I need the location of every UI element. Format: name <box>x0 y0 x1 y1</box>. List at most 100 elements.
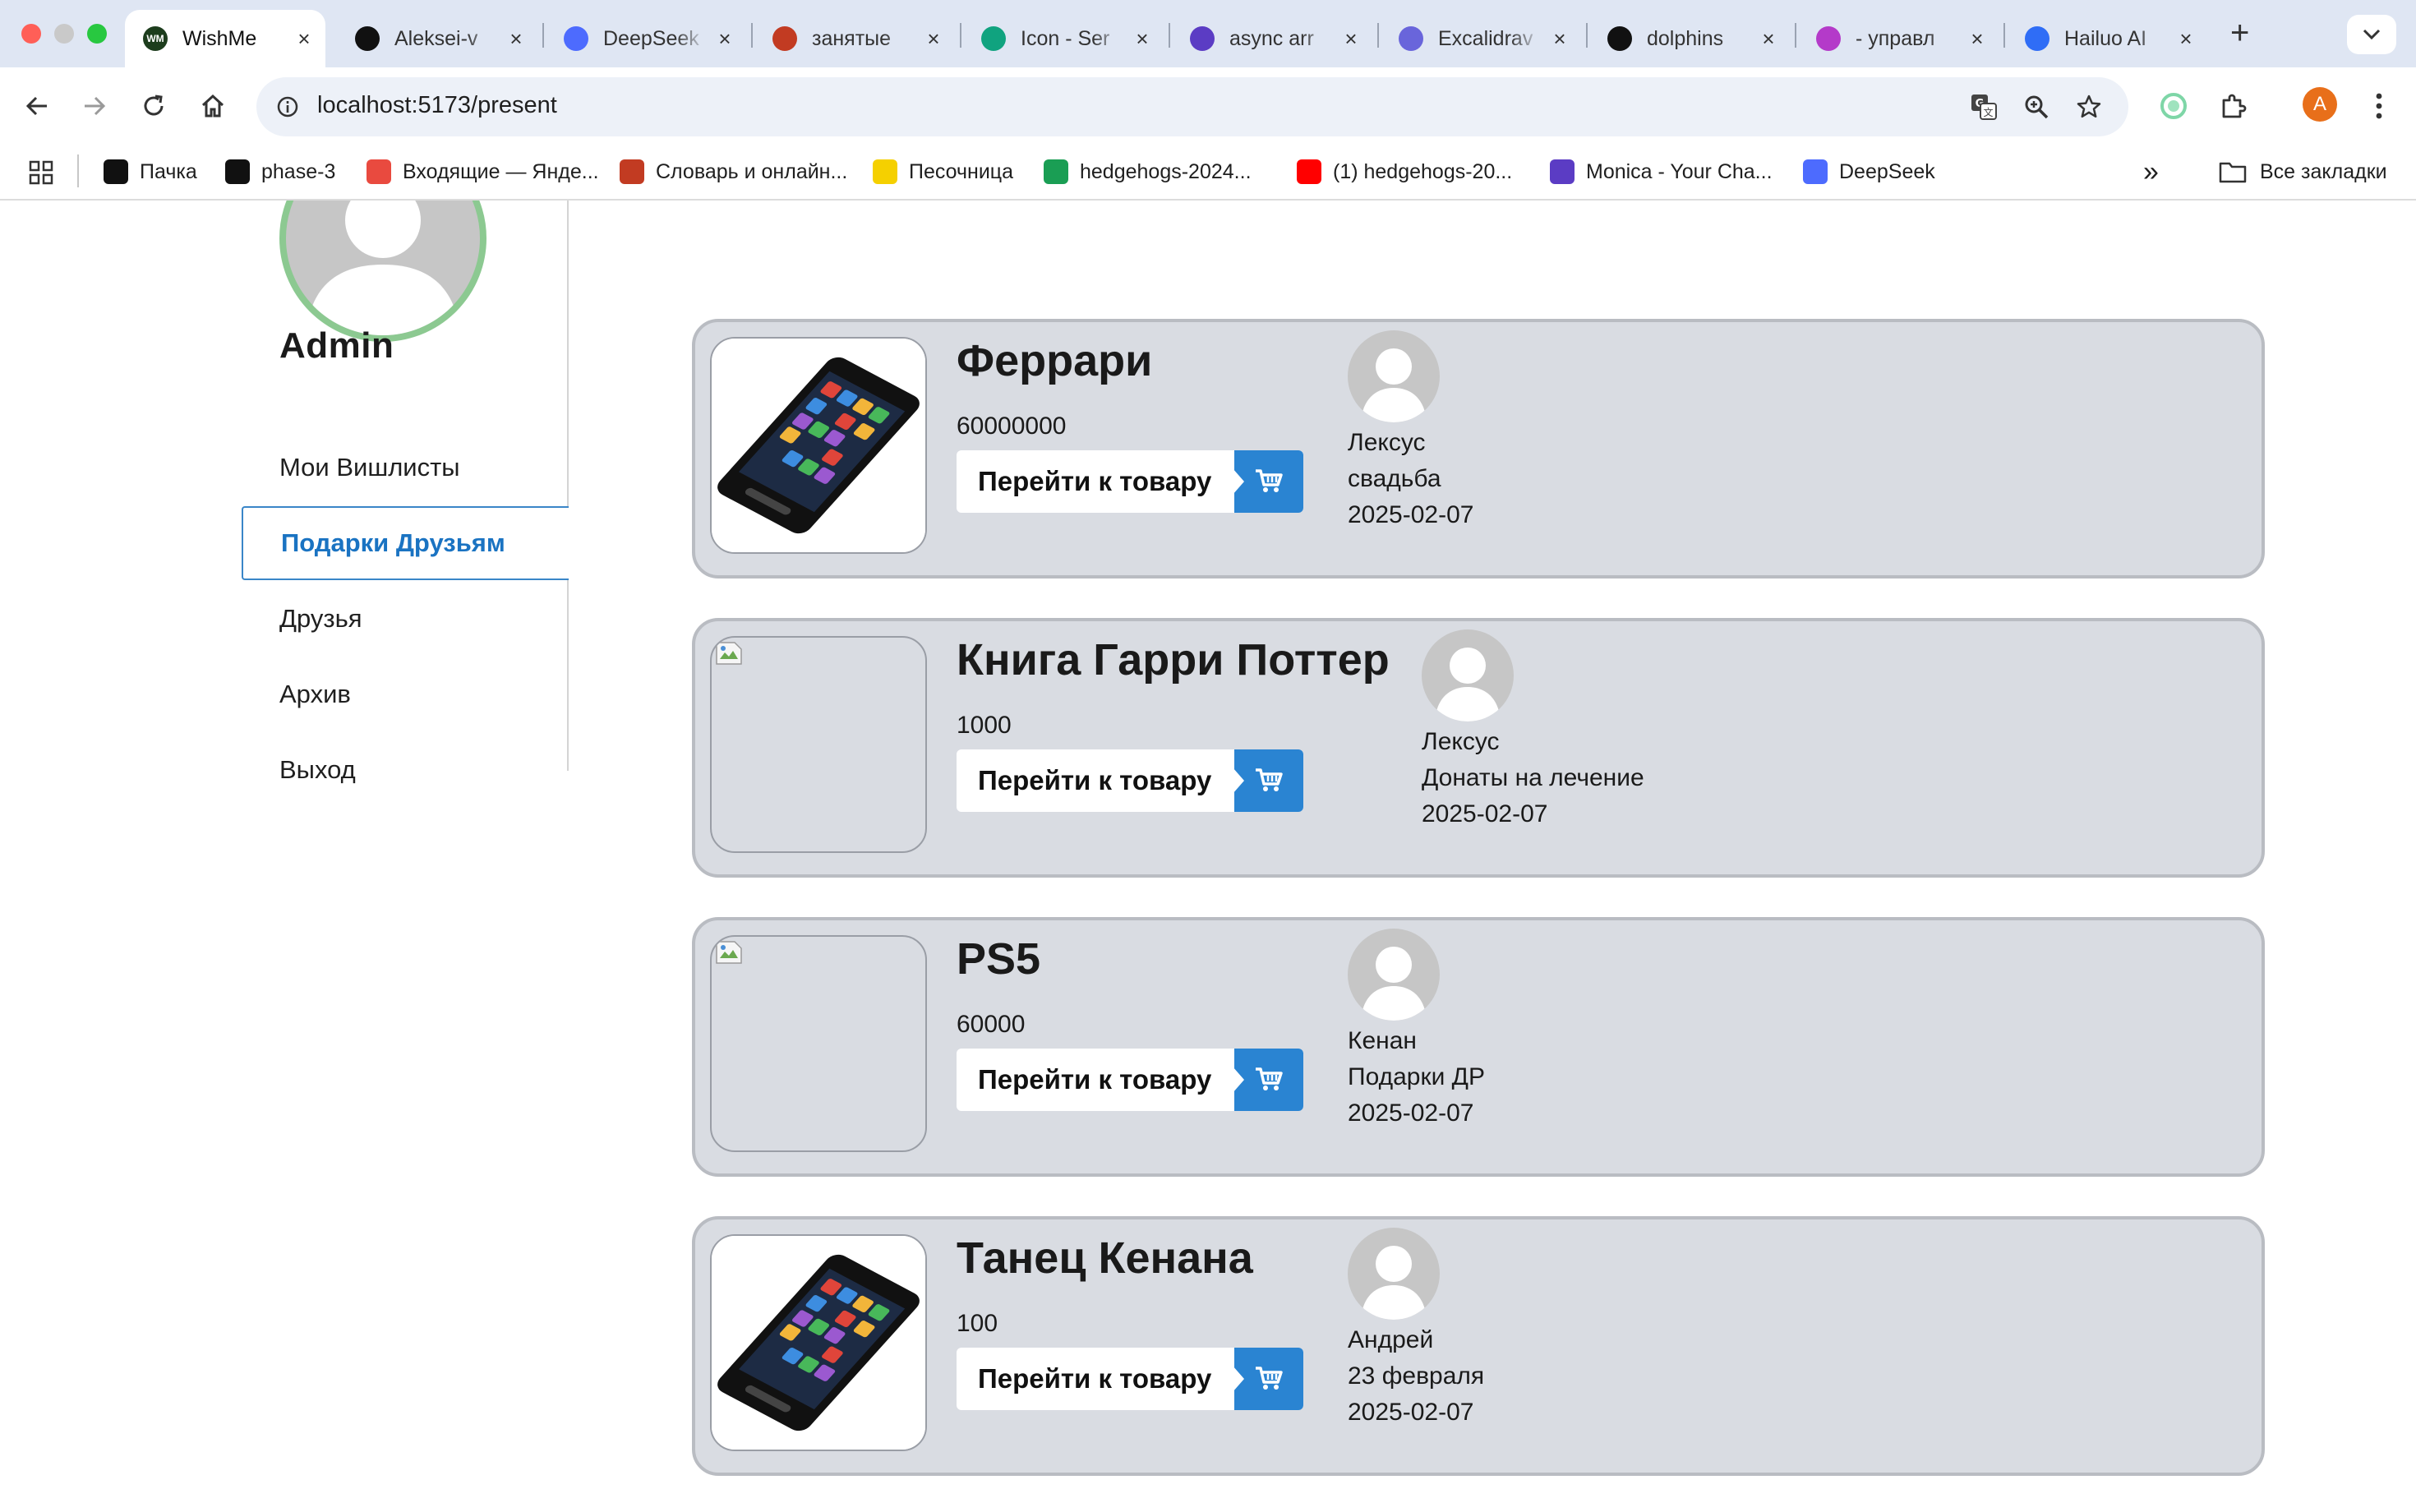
cart-button[interactable] <box>1234 450 1303 513</box>
tab-close-icon[interactable]: × <box>294 26 314 52</box>
tab-title: Excalidrav <box>1438 26 1533 50</box>
tab-close-icon[interactable]: × <box>1759 26 1778 52</box>
bookmark-item[interactable]: hedgehogs-2024... <box>1044 156 1252 187</box>
tab-close-icon[interactable]: × <box>1550 26 1570 52</box>
folder-icon <box>2219 162 2247 183</box>
user-silhouette-icon <box>306 201 460 335</box>
address-bar[interactable]: localhost:5173/present G文 <box>256 77 2128 136</box>
profile-avatar[interactable]: A <box>2303 87 2337 122</box>
wishlist-name: 23 февраля <box>1348 1362 1485 1390</box>
browser-tab[interactable]: DeepSeek × <box>546 10 746 67</box>
tab-title: WishMe <box>182 26 257 50</box>
back-button[interactable] <box>16 85 58 127</box>
bookmark-item[interactable]: (1) hedgehogs-20... <box>1297 156 1512 187</box>
tab-close-icon[interactable]: × <box>2176 26 2196 52</box>
bookmark-favicon-icon <box>620 159 644 184</box>
bookmark-item[interactable]: Словарь и онлайн... <box>620 156 847 187</box>
browser-tab[interactable]: Aleksei-v × <box>337 10 537 67</box>
all-bookmarks-button[interactable]: Все закладки <box>2219 156 2387 187</box>
browser-tab[interactable]: занятые × <box>754 10 955 67</box>
forward-button[interactable] <box>74 85 115 127</box>
bookmark-item[interactable]: DeepSeek <box>1803 156 1935 187</box>
tab-close-icon[interactable]: × <box>1132 26 1152 52</box>
cart-button[interactable] <box>1234 749 1303 812</box>
bookmark-favicon-icon <box>873 159 897 184</box>
browser-tab[interactable]: - управл × <box>1798 10 1999 67</box>
browser-tab[interactable]: dolphins × <box>1589 10 1790 67</box>
go-to-product-button[interactable]: Перейти к товару <box>957 450 1303 513</box>
bookmark-item[interactable]: Пачка <box>104 156 197 187</box>
bookmark-star-icon[interactable] <box>2074 92 2104 122</box>
zoom-icon[interactable] <box>2022 92 2051 122</box>
sidebar-menu-item[interactable]: Выход <box>242 733 567 807</box>
wishlist-name: Подарки ДР <box>1348 1063 1486 1090</box>
wishlist-name: свадьба <box>1348 465 1441 492</box>
go-to-product-label: Перейти к товару <box>978 466 1212 496</box>
owner-silhouette-icon <box>1361 1246 1427 1320</box>
bookmark-label: Словарь и онлайн... <box>656 159 848 183</box>
cart-icon <box>1256 1067 1283 1090</box>
reload-button[interactable] <box>133 85 174 127</box>
go-to-product-button[interactable]: Перейти к товару <box>957 749 1303 812</box>
tab-title: DeepSeek <box>603 26 699 50</box>
tab-separator <box>751 23 753 48</box>
tab-title: Icon - Ser <box>1021 26 1110 50</box>
bookmark-label: hedgehogs-2024... <box>1080 159 1252 183</box>
bookmark-item[interactable]: Monica - Your Cha... <box>1550 156 1773 187</box>
tab-title: async arr <box>1229 26 1314 50</box>
sidebar-menu-item[interactable]: Друзья <box>242 582 567 656</box>
browser-tab[interactable]: WM WishMe × <box>125 10 325 67</box>
go-to-product-button[interactable]: Перейти к товару <box>957 1348 1303 1410</box>
extension-monica-icon[interactable] <box>2153 85 2194 127</box>
reload-icon <box>144 94 164 116</box>
tab-favicon-icon <box>355 26 380 51</box>
new-tab-button[interactable]: + <box>2230 15 2249 52</box>
cart-button[interactable] <box>1234 1049 1303 1111</box>
gift-image <box>710 935 927 1152</box>
address-text[interactable]: localhost:5173/present <box>317 92 557 119</box>
tab-close-icon[interactable]: × <box>1967 26 1987 52</box>
tab-title: Aleksei-v <box>394 26 478 50</box>
sidebar-menu-item[interactable]: Архив <box>242 657 567 731</box>
sidebar-menu-label: Подарки Друзьям <box>281 528 505 557</box>
tab-close-icon[interactable]: × <box>924 26 943 52</box>
chevron-down-icon <box>2363 29 2381 40</box>
owner-name: Лексус <box>1348 429 1426 456</box>
cart-icon <box>1256 469 1283 492</box>
gift-card: Феррари 60000000 Перейти к товару Лексус сва… <box>692 319 2265 579</box>
browser-tab[interactable]: Icon - Ser × <box>963 10 1164 67</box>
sidebar-menu-item[interactable]: Мои Вишлисты <box>242 431 567 505</box>
tab-close-icon[interactable]: × <box>1341 26 1361 52</box>
home-button[interactable] <box>192 85 233 127</box>
window-close-button[interactable] <box>21 24 41 44</box>
window-minimize-button[interactable] <box>54 24 74 44</box>
sidebar-menu-item[interactable]: Подарки Друзьям <box>242 506 569 580</box>
site-info-icon[interactable] <box>276 95 299 122</box>
browser-tab[interactable]: async arr × <box>1172 10 1372 67</box>
bookmark-item[interactable]: Песочница <box>873 156 1013 187</box>
user-avatar <box>279 201 486 342</box>
tab-close-icon[interactable]: × <box>506 26 526 52</box>
owner-silhouette-icon <box>1361 947 1427 1021</box>
bookmark-label: phase-3 <box>261 159 336 183</box>
bookmarks-overflow-button[interactable]: » <box>2143 156 2159 187</box>
extensions-puzzle-icon[interactable] <box>2212 85 2253 127</box>
browser-tab[interactable]: Excalidrav × <box>1381 10 1581 67</box>
browser-menu-icon[interactable] <box>2358 85 2400 127</box>
tab-close-icon[interactable]: × <box>715 26 735 52</box>
all-bookmarks-label: Все закладки <box>2260 159 2387 183</box>
owner-name: Андрей <box>1348 1326 1434 1353</box>
tab-search-button[interactable] <box>2347 15 2396 54</box>
gift-price: 1000 <box>957 712 1012 739</box>
apps-grid-icon[interactable] <box>28 159 54 190</box>
go-to-product-button[interactable]: Перейти к товару <box>957 1049 1303 1111</box>
browser-tab[interactable]: Hailuo AI × <box>2007 10 2207 67</box>
browser-toolbar: localhost:5173/present G文 A <box>0 67 2416 145</box>
tab-title: - управл <box>1856 26 1935 50</box>
translate-icon[interactable]: G文 <box>1969 92 1999 122</box>
bookmark-item[interactable]: Входящие — Янде... <box>367 156 599 187</box>
window-zoom-button[interactable] <box>87 24 107 44</box>
bookmark-item[interactable]: phase-3 <box>225 156 335 187</box>
bookmark-label: Песочница <box>909 159 1014 183</box>
cart-button[interactable] <box>1234 1348 1303 1410</box>
